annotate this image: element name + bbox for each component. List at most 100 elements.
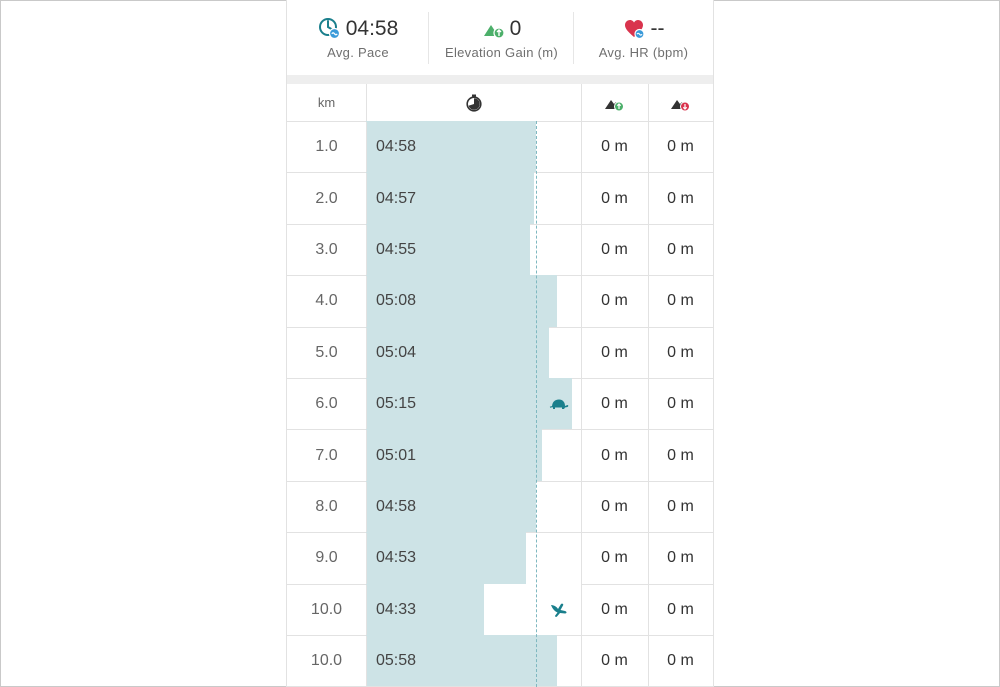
split-row: 5.0 05:04 0 m 0 m <box>287 326 713 379</box>
split-km: 10.0 <box>310 600 343 618</box>
pace-clock-icon <box>318 18 340 40</box>
column-divider <box>648 327 649 378</box>
splits-panel: 04:58 Avg. Pace 0 Elevation Gain (m) -- … <box>286 0 714 687</box>
split-ascent: 0 m <box>601 600 628 618</box>
column-divider <box>648 378 649 430</box>
column-divider <box>581 327 582 378</box>
header-pace <box>366 84 581 121</box>
average-pace-line <box>536 121 537 687</box>
section-spacer <box>287 75 713 84</box>
split-pace: 04:53 <box>376 549 417 567</box>
split-row: 4.0 05:08 0 m 0 m <box>287 275 713 328</box>
split-km: 8.0 <box>315 497 338 515</box>
split-ascent: 0 m <box>601 446 628 464</box>
column-divider <box>648 584 649 635</box>
column-divider <box>366 276 367 327</box>
summary-stats: 04:58 Avg. Pace 0 Elevation Gain (m) -- … <box>287 0 713 75</box>
split-pace: 04:33 <box>376 600 417 618</box>
split-descent: 0 m <box>667 189 694 207</box>
split-km: 4.0 <box>315 292 338 310</box>
heart-rate-icon <box>624 20 645 40</box>
split-pace: 05:01 <box>376 446 417 464</box>
slowest-turtle-icon <box>549 396 569 412</box>
split-ascent: 0 m <box>601 292 628 310</box>
stat-elevation-gain: 0 Elevation Gain (m) <box>429 0 574 75</box>
column-divider <box>366 173 367 224</box>
avg-hr-label: Avg. HR (bpm) <box>598 45 689 60</box>
column-divider <box>366 122 367 173</box>
split-row: 9.0 04:53 0 m 0 m <box>287 532 713 585</box>
split-pace: 04:55 <box>376 240 417 258</box>
split-ascent: 0 m <box>601 343 628 361</box>
avg-pace-value: 04:58 <box>345 17 399 40</box>
split-ascent: 0 m <box>601 240 628 258</box>
split-descent: 0 m <box>667 600 694 618</box>
split-row: 1.0 04:58 0 m 0 m <box>287 121 713 174</box>
split-descent: 0 m <box>667 497 694 515</box>
split-descent: 0 m <box>667 446 694 464</box>
column-divider <box>581 84 582 121</box>
column-divider <box>366 327 367 378</box>
split-km: 2.0 <box>315 189 338 207</box>
split-pace: 04:58 <box>376 138 417 156</box>
column-divider <box>648 173 649 224</box>
header-descent <box>648 84 713 121</box>
split-pace: 05:04 <box>376 343 417 361</box>
elevation-gain-icon <box>483 25 505 39</box>
split-row: 3.0 04:55 0 m 0 m <box>287 223 713 277</box>
column-divider <box>581 430 582 481</box>
column-divider <box>366 533 367 584</box>
column-divider <box>581 635 582 687</box>
split-km: 9.0 <box>315 549 338 567</box>
split-descent: 0 m <box>667 395 694 413</box>
column-divider <box>648 224 649 276</box>
split-ascent: 0 m <box>601 549 628 567</box>
table-header: km <box>287 84 713 122</box>
header-ascent <box>581 84 648 121</box>
split-descent: 0 m <box>667 240 694 258</box>
splits-table: km 1.0 04:58 0 m 0 m 2.0 04:57 0 m 0 m 3… <box>287 84 713 687</box>
column-divider <box>581 173 582 224</box>
header-km: km <box>317 95 336 110</box>
split-km: 7.0 <box>315 446 338 464</box>
split-ascent: 0 m <box>601 497 628 515</box>
column-divider <box>581 481 582 533</box>
split-km: 10.0 <box>310 652 343 670</box>
column-divider <box>366 378 367 430</box>
split-descent: 0 m <box>667 138 694 156</box>
split-km: 3.0 <box>315 240 338 258</box>
split-km: 5.0 <box>315 343 338 361</box>
split-row: 8.0 04:58 0 m 0 m <box>287 480 713 534</box>
column-divider <box>366 635 367 687</box>
ascent-icon <box>604 99 624 111</box>
column-divider <box>648 430 649 481</box>
column-divider <box>581 224 582 276</box>
split-ascent: 0 m <box>601 652 628 670</box>
column-divider <box>648 84 649 121</box>
column-divider <box>366 481 367 533</box>
stat-avg-pace: 04:58 Avg. Pace <box>287 0 429 75</box>
split-row: 2.0 04:57 0 m 0 m <box>287 172 713 225</box>
column-divider <box>648 635 649 687</box>
column-divider <box>366 430 367 481</box>
column-divider <box>581 584 582 635</box>
split-ascent: 0 m <box>601 138 628 156</box>
split-pace: 04:58 <box>376 497 417 515</box>
split-descent: 0 m <box>667 652 694 670</box>
column-divider <box>648 276 649 327</box>
split-descent: 0 m <box>667 343 694 361</box>
elevation-gain-value: 0 <box>509 17 522 40</box>
column-divider <box>648 533 649 584</box>
split-ascent: 0 m <box>601 395 628 413</box>
split-pace: 04:57 <box>376 189 417 207</box>
split-pace: 05:08 <box>376 292 417 310</box>
stopwatch-icon <box>465 94 482 112</box>
table-body: 1.0 04:58 0 m 0 m 2.0 04:57 0 m 0 m 3.0 … <box>287 121 713 687</box>
split-row: 10.0 04:33 0 m 0 m <box>287 583 713 636</box>
split-pace: 05:58 <box>376 652 417 670</box>
column-divider <box>648 481 649 533</box>
column-divider <box>366 84 367 121</box>
column-divider <box>581 276 582 327</box>
split-descent: 0 m <box>667 549 694 567</box>
split-ascent: 0 m <box>601 189 628 207</box>
